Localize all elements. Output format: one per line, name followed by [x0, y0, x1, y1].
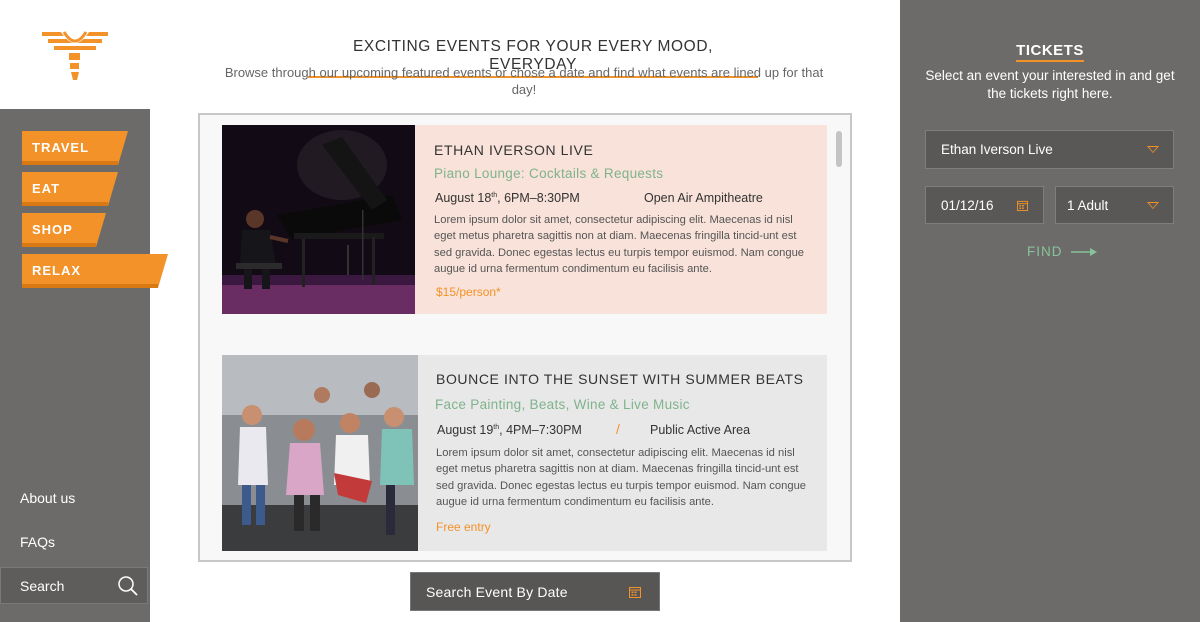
date-button-label: Search Event By Date — [426, 584, 568, 600]
nav-item-label: SHOP — [32, 222, 73, 237]
event-subtitle: Face Painting, Beats, Wine & Live Music — [435, 397, 690, 412]
event-photo-pianist — [222, 125, 415, 314]
event-description: Lorem ipsum dolor sit amet, consectetur … — [436, 447, 807, 508]
event-card[interactable]: ETHAN IVERSON LIVE Piano Lounge: Cocktai… — [222, 125, 827, 314]
faqs-link[interactable]: FAQs — [20, 534, 55, 550]
logo-area — [0, 0, 150, 109]
calendar-icon[interactable] — [1017, 200, 1028, 211]
date-field[interactable]: 01/12/16 — [925, 186, 1044, 224]
nav-item-label: RELAX — [32, 263, 82, 278]
calendar-icon — [629, 587, 641, 598]
chevron-down-icon — [1147, 202, 1159, 209]
event-venue: Public Active Area — [650, 423, 751, 437]
tickets-subtitle: Select an event your interested in and g… — [925, 68, 1175, 101]
event-venue: Open Air Ampitheatre — [644, 191, 763, 205]
event-date: August 19th, 4PM–7:30PM — [437, 423, 582, 437]
nav-item-label: EAT — [32, 181, 61, 196]
about-us-link[interactable]: About us — [20, 490, 75, 506]
scrollbar-thumb[interactable] — [836, 131, 842, 167]
find-button[interactable]: FIND — [1027, 244, 1063, 259]
guests-select[interactable]: 1 Adult — [1055, 186, 1174, 224]
search-icon[interactable] — [117, 575, 139, 597]
sidebar-search[interactable]: Search — [0, 567, 148, 604]
event-subtitle: Piano Lounge: Cocktails & Requests — [434, 166, 664, 181]
event-title: ETHAN IVERSON LIVE — [434, 142, 594, 158]
arrow-right-icon[interactable] — [1071, 247, 1098, 257]
torch-wings-logo-icon[interactable] — [40, 28, 110, 84]
date-field-value: 01/12/16 — [941, 198, 994, 213]
search-event-by-date-button[interactable]: Search Event By Date — [410, 572, 660, 611]
event-select-value: Ethan Iverson Live — [941, 142, 1053, 157]
search-label: Search — [20, 578, 65, 594]
event-description: Lorem ipsum dolor sit amet, consectetur … — [434, 214, 805, 275]
nav-shade — [22, 161, 118, 165]
nav-item-travel[interactable]: TRAVEL — [22, 131, 128, 165]
event-card[interactable]: BOUNCE INTO THE SUNSET WITH SUMMER BEATS… — [222, 355, 827, 551]
nav-item-shop[interactable]: SHOP — [22, 213, 106, 247]
nav-shade — [22, 202, 108, 206]
event-price: $15/person* — [436, 285, 501, 299]
chevron-down-icon — [1147, 146, 1159, 153]
event-title: BOUNCE INTO THE SUNSET WITH SUMMER BEATS — [436, 371, 804, 387]
nav-item-label: TRAVEL — [32, 140, 90, 155]
nav-item-relax[interactable]: RELAX — [22, 254, 168, 288]
event-date: August 18th, 6PM–8:30PM — [435, 191, 580, 205]
event-price: Free entry — [436, 520, 491, 534]
tickets-title: TICKETS — [900, 42, 1200, 62]
nav-shade — [22, 284, 158, 288]
tickets-panel: TICKETS Select an event your interested … — [900, 0, 1200, 622]
page-subtitle: Browse through our upcoming featured eve… — [224, 65, 824, 97]
event-photo-crowd — [222, 355, 418, 551]
date-venue-separator: / — [616, 421, 620, 437]
nav-item-eat[interactable]: EAT — [22, 172, 118, 206]
guests-select-value: 1 Adult — [1067, 198, 1109, 213]
nav-shade — [22, 243, 96, 247]
events-list[interactable]: ETHAN IVERSON LIVE Piano Lounge: Cocktai… — [198, 113, 852, 562]
event-select[interactable]: Ethan Iverson Live — [925, 130, 1174, 169]
